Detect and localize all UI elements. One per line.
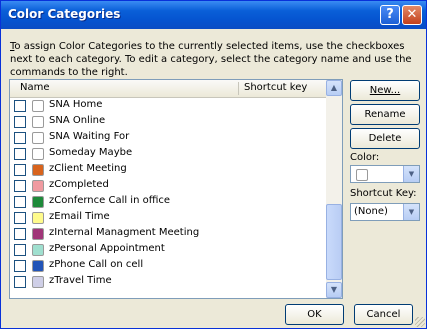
- scroll-down-button[interactable]: ▼: [326, 282, 342, 298]
- list-item[interactable]: zTravel Time: [10, 274, 326, 290]
- window-title: Color Categories: [8, 7, 121, 21]
- category-checkbox[interactable]: [14, 132, 26, 144]
- list-item[interactable]: Someday Maybe: [10, 146, 326, 162]
- chevron-down-icon[interactable]: ▼: [403, 166, 419, 182]
- list-item[interactable]: SNA Online: [10, 114, 326, 130]
- ok-button-label: OK: [307, 309, 322, 320]
- column-header-shortcut[interactable]: Shortcut key: [244, 82, 307, 93]
- color-dropdown[interactable]: ▼: [350, 165, 420, 183]
- list-item[interactable]: zEmail Time: [10, 210, 326, 226]
- rename-button-label: Rename: [364, 109, 406, 120]
- category-checkbox[interactable]: [14, 196, 26, 208]
- category-checkbox[interactable]: [14, 148, 26, 160]
- new-button[interactable]: New...: [350, 80, 420, 101]
- list-header: Name Shortcut key: [10, 80, 326, 98]
- category-label: SNA Online: [49, 115, 106, 126]
- category-checkbox[interactable]: [14, 116, 26, 128]
- category-label: zInternal Managment Meeting: [49, 227, 200, 238]
- shortcut-key-dropdown[interactable]: (None) ▼: [350, 203, 420, 221]
- scroll-up-button[interactable]: ▲: [326, 80, 342, 96]
- resize-grip[interactable]: [415, 317, 425, 327]
- instructions-text: To assign Color Categories to the curren…: [10, 40, 420, 79]
- color-categories-dialog: Color Categories ? ✕ To assign Color Cat…: [0, 0, 427, 329]
- scroll-thumb[interactable]: [326, 204, 342, 280]
- list-rows: SNA Home SNA Online SNA Waiting For Someday…: [10, 98, 326, 290]
- column-separator: [238, 82, 239, 95]
- cancel-button[interactable]: Cancel: [354, 304, 413, 325]
- category-color-swatch: [32, 196, 44, 208]
- cancel-button-label: Cancel: [366, 309, 401, 320]
- list-item[interactable]: zConfernce Call in office: [10, 194, 326, 210]
- delete-button[interactable]: Delete: [350, 128, 420, 149]
- category-color-swatch: [32, 260, 44, 272]
- list-item[interactable]: zPersonal Appointment: [10, 242, 326, 258]
- category-list: Name Shortcut key SNA Home SNA Online SNA …: [9, 79, 343, 299]
- category-checkbox[interactable]: [14, 212, 26, 224]
- category-label: zEmail Time: [49, 211, 110, 222]
- category-label: zClient Meeting: [49, 163, 127, 174]
- category-checkbox[interactable]: [14, 100, 26, 112]
- category-color-swatch: [32, 116, 44, 128]
- category-color-swatch: [32, 148, 44, 160]
- category-checkbox[interactable]: [14, 244, 26, 256]
- category-checkbox[interactable]: [14, 164, 26, 176]
- shortcut-key-value: (None): [354, 206, 388, 217]
- category-checkbox[interactable]: [14, 260, 26, 272]
- category-label: Someday Maybe: [49, 147, 133, 158]
- ok-button[interactable]: OK: [285, 304, 344, 325]
- category-label: zPersonal Appointment: [49, 243, 165, 254]
- category-label: zPhone Call on cell: [49, 259, 144, 270]
- list-item[interactable]: zCompleted: [10, 178, 326, 194]
- delete-button-label: Delete: [368, 133, 402, 144]
- column-header-name[interactable]: Name: [20, 82, 50, 93]
- category-color-swatch: [32, 132, 44, 144]
- color-label: Color:: [350, 152, 380, 163]
- color-swatch-icon: [356, 169, 368, 181]
- category-color-swatch: [32, 276, 44, 288]
- chevron-down-icon[interactable]: ▼: [403, 204, 419, 220]
- new-button-label: New...: [369, 85, 401, 96]
- category-label: zConfernce Call in office: [49, 195, 171, 206]
- help-button[interactable]: ?: [380, 5, 400, 25]
- list-item[interactable]: zInternal Managment Meeting: [10, 226, 326, 242]
- list-item[interactable]: zClient Meeting: [10, 162, 326, 178]
- category-label: zTravel Time: [49, 275, 112, 286]
- category-color-swatch: [32, 100, 44, 112]
- category-color-swatch: [32, 180, 44, 192]
- category-label: SNA Waiting For: [49, 131, 130, 142]
- category-color-swatch: [32, 212, 44, 224]
- rename-button[interactable]: Rename: [350, 104, 420, 125]
- list-item[interactable]: SNA Home: [10, 98, 326, 114]
- instructions-rest: o assign Color Categories to the current…: [10, 41, 412, 78]
- vertical-scrollbar[interactable]: ▲ ▼: [326, 80, 342, 298]
- category-checkbox[interactable]: [14, 180, 26, 192]
- category-color-swatch: [32, 228, 44, 240]
- list-item[interactable]: SNA Waiting For: [10, 130, 326, 146]
- category-checkbox[interactable]: [14, 228, 26, 240]
- category-label: SNA Home: [49, 99, 103, 110]
- shortcut-key-label: Shortcut Key:: [350, 188, 417, 199]
- category-color-swatch: [32, 244, 44, 256]
- category-checkbox[interactable]: [14, 276, 26, 288]
- close-button[interactable]: ✕: [402, 5, 422, 25]
- list-item[interactable]: zPhone Call on cell: [10, 258, 326, 274]
- category-label: zCompleted: [49, 179, 109, 190]
- category-color-swatch: [32, 164, 44, 176]
- title-bar: Color Categories ? ✕: [1, 1, 426, 29]
